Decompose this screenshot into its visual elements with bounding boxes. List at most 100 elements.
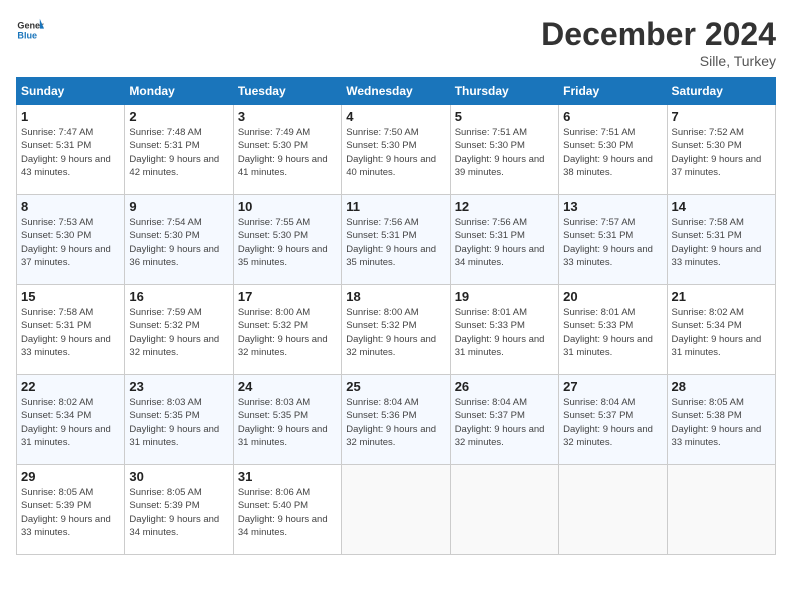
calendar-day-cell: 16 Sunrise: 7:59 AM Sunset: 5:32 PM Dayl… bbox=[125, 285, 233, 375]
calendar-day-cell: 31 Sunrise: 8:06 AM Sunset: 5:40 PM Dayl… bbox=[233, 465, 341, 555]
day-info: Sunrise: 7:54 AM Sunset: 5:30 PM Dayligh… bbox=[129, 216, 228, 269]
calendar-day-cell: 22 Sunrise: 8:02 AM Sunset: 5:34 PM Dayl… bbox=[17, 375, 125, 465]
calendar-day-cell: 9 Sunrise: 7:54 AM Sunset: 5:30 PM Dayli… bbox=[125, 195, 233, 285]
day-info: Sunrise: 8:04 AM Sunset: 5:37 PM Dayligh… bbox=[563, 396, 662, 449]
day-number: 2 bbox=[129, 109, 228, 124]
calendar-day-cell: 23 Sunrise: 8:03 AM Sunset: 5:35 PM Dayl… bbox=[125, 375, 233, 465]
day-info: Sunrise: 7:47 AM Sunset: 5:31 PM Dayligh… bbox=[21, 126, 120, 179]
day-info: Sunrise: 7:48 AM Sunset: 5:31 PM Dayligh… bbox=[129, 126, 228, 179]
day-info: Sunrise: 7:58 AM Sunset: 5:31 PM Dayligh… bbox=[21, 306, 120, 359]
day-number: 28 bbox=[672, 379, 771, 394]
calendar-day-cell: 24 Sunrise: 8:03 AM Sunset: 5:35 PM Dayl… bbox=[233, 375, 341, 465]
calendar-day-cell: 6 Sunrise: 7:51 AM Sunset: 5:30 PM Dayli… bbox=[559, 105, 667, 195]
calendar-header-cell: Sunday bbox=[17, 78, 125, 105]
day-info: Sunrise: 7:50 AM Sunset: 5:30 PM Dayligh… bbox=[346, 126, 445, 179]
calendar-header-cell: Wednesday bbox=[342, 78, 450, 105]
day-info: Sunrise: 7:49 AM Sunset: 5:30 PM Dayligh… bbox=[238, 126, 337, 179]
day-info: Sunrise: 8:00 AM Sunset: 5:32 PM Dayligh… bbox=[346, 306, 445, 359]
calendar-day-cell: 25 Sunrise: 8:04 AM Sunset: 5:36 PM Dayl… bbox=[342, 375, 450, 465]
calendar-day-cell: 7 Sunrise: 7:52 AM Sunset: 5:30 PM Dayli… bbox=[667, 105, 775, 195]
day-info: Sunrise: 8:01 AM Sunset: 5:33 PM Dayligh… bbox=[563, 306, 662, 359]
calendar-header-cell: Friday bbox=[559, 78, 667, 105]
day-info: Sunrise: 8:05 AM Sunset: 5:39 PM Dayligh… bbox=[129, 486, 228, 539]
calendar-week-row: 1 Sunrise: 7:47 AM Sunset: 5:31 PM Dayli… bbox=[17, 105, 776, 195]
day-number: 8 bbox=[21, 199, 120, 214]
day-number: 21 bbox=[672, 289, 771, 304]
day-number: 31 bbox=[238, 469, 337, 484]
title-area: December 2024 Sille, Turkey bbox=[541, 16, 776, 69]
calendar-day-cell: 2 Sunrise: 7:48 AM Sunset: 5:31 PM Dayli… bbox=[125, 105, 233, 195]
day-info: Sunrise: 7:57 AM Sunset: 5:31 PM Dayligh… bbox=[563, 216, 662, 269]
day-number: 24 bbox=[238, 379, 337, 394]
day-number: 16 bbox=[129, 289, 228, 304]
calendar-header-cell: Saturday bbox=[667, 78, 775, 105]
day-info: Sunrise: 7:51 AM Sunset: 5:30 PM Dayligh… bbox=[563, 126, 662, 179]
calendar-day-cell: 5 Sunrise: 7:51 AM Sunset: 5:30 PM Dayli… bbox=[450, 105, 558, 195]
day-number: 14 bbox=[672, 199, 771, 214]
day-number: 1 bbox=[21, 109, 120, 124]
day-number: 10 bbox=[238, 199, 337, 214]
calendar-day-cell: 14 Sunrise: 7:58 AM Sunset: 5:31 PM Dayl… bbox=[667, 195, 775, 285]
calendar-header-row: SundayMondayTuesdayWednesdayThursdayFrid… bbox=[17, 78, 776, 105]
calendar-day-cell: 18 Sunrise: 8:00 AM Sunset: 5:32 PM Dayl… bbox=[342, 285, 450, 375]
day-info: Sunrise: 8:01 AM Sunset: 5:33 PM Dayligh… bbox=[455, 306, 554, 359]
day-number: 12 bbox=[455, 199, 554, 214]
calendar-day-cell: 8 Sunrise: 7:53 AM Sunset: 5:30 PM Dayli… bbox=[17, 195, 125, 285]
day-number: 20 bbox=[563, 289, 662, 304]
calendar-day-cell: 15 Sunrise: 7:58 AM Sunset: 5:31 PM Dayl… bbox=[17, 285, 125, 375]
location: Sille, Turkey bbox=[541, 53, 776, 69]
day-number: 18 bbox=[346, 289, 445, 304]
calendar-day-cell: 3 Sunrise: 7:49 AM Sunset: 5:30 PM Dayli… bbox=[233, 105, 341, 195]
calendar-day-cell bbox=[450, 465, 558, 555]
day-info: Sunrise: 7:55 AM Sunset: 5:30 PM Dayligh… bbox=[238, 216, 337, 269]
day-number: 5 bbox=[455, 109, 554, 124]
day-number: 23 bbox=[129, 379, 228, 394]
day-info: Sunrise: 7:51 AM Sunset: 5:30 PM Dayligh… bbox=[455, 126, 554, 179]
calendar-day-cell: 4 Sunrise: 7:50 AM Sunset: 5:30 PM Dayli… bbox=[342, 105, 450, 195]
calendar-day-cell: 1 Sunrise: 7:47 AM Sunset: 5:31 PM Dayli… bbox=[17, 105, 125, 195]
day-number: 26 bbox=[455, 379, 554, 394]
day-info: Sunrise: 8:05 AM Sunset: 5:39 PM Dayligh… bbox=[21, 486, 120, 539]
day-info: Sunrise: 8:03 AM Sunset: 5:35 PM Dayligh… bbox=[238, 396, 337, 449]
day-info: Sunrise: 8:05 AM Sunset: 5:38 PM Dayligh… bbox=[672, 396, 771, 449]
day-number: 25 bbox=[346, 379, 445, 394]
day-info: Sunrise: 7:53 AM Sunset: 5:30 PM Dayligh… bbox=[21, 216, 120, 269]
day-info: Sunrise: 8:03 AM Sunset: 5:35 PM Dayligh… bbox=[129, 396, 228, 449]
day-info: Sunrise: 8:06 AM Sunset: 5:40 PM Dayligh… bbox=[238, 486, 337, 539]
calendar-header-cell: Thursday bbox=[450, 78, 558, 105]
calendar-day-cell: 13 Sunrise: 7:57 AM Sunset: 5:31 PM Dayl… bbox=[559, 195, 667, 285]
day-number: 6 bbox=[563, 109, 662, 124]
calendar-body: 1 Sunrise: 7:47 AM Sunset: 5:31 PM Dayli… bbox=[17, 105, 776, 555]
day-number: 29 bbox=[21, 469, 120, 484]
day-number: 7 bbox=[672, 109, 771, 124]
day-number: 27 bbox=[563, 379, 662, 394]
calendar-header-cell: Tuesday bbox=[233, 78, 341, 105]
calendar-header-cell: Monday bbox=[125, 78, 233, 105]
calendar-day-cell: 19 Sunrise: 8:01 AM Sunset: 5:33 PM Dayl… bbox=[450, 285, 558, 375]
calendar-day-cell bbox=[342, 465, 450, 555]
calendar-day-cell bbox=[667, 465, 775, 555]
day-number: 15 bbox=[21, 289, 120, 304]
calendar-day-cell: 26 Sunrise: 8:04 AM Sunset: 5:37 PM Dayl… bbox=[450, 375, 558, 465]
logo-icon: General Blue bbox=[16, 16, 44, 44]
calendar-week-row: 22 Sunrise: 8:02 AM Sunset: 5:34 PM Dayl… bbox=[17, 375, 776, 465]
day-info: Sunrise: 8:02 AM Sunset: 5:34 PM Dayligh… bbox=[672, 306, 771, 359]
page-header: General Blue December 2024 Sille, Turkey bbox=[16, 16, 776, 69]
month-title: December 2024 bbox=[541, 16, 776, 53]
day-number: 9 bbox=[129, 199, 228, 214]
calendar-week-row: 8 Sunrise: 7:53 AM Sunset: 5:30 PM Dayli… bbox=[17, 195, 776, 285]
day-number: 17 bbox=[238, 289, 337, 304]
day-number: 4 bbox=[346, 109, 445, 124]
calendar-table: SundayMondayTuesdayWednesdayThursdayFrid… bbox=[16, 77, 776, 555]
calendar-day-cell: 20 Sunrise: 8:01 AM Sunset: 5:33 PM Dayl… bbox=[559, 285, 667, 375]
day-info: Sunrise: 7:56 AM Sunset: 5:31 PM Dayligh… bbox=[455, 216, 554, 269]
day-info: Sunrise: 8:02 AM Sunset: 5:34 PM Dayligh… bbox=[21, 396, 120, 449]
day-number: 19 bbox=[455, 289, 554, 304]
calendar-day-cell: 27 Sunrise: 8:04 AM Sunset: 5:37 PM Dayl… bbox=[559, 375, 667, 465]
day-info: Sunrise: 7:56 AM Sunset: 5:31 PM Dayligh… bbox=[346, 216, 445, 269]
calendar-day-cell: 21 Sunrise: 8:02 AM Sunset: 5:34 PM Dayl… bbox=[667, 285, 775, 375]
calendar-week-row: 29 Sunrise: 8:05 AM Sunset: 5:39 PM Dayl… bbox=[17, 465, 776, 555]
day-number: 22 bbox=[21, 379, 120, 394]
day-info: Sunrise: 7:59 AM Sunset: 5:32 PM Dayligh… bbox=[129, 306, 228, 359]
day-info: Sunrise: 8:04 AM Sunset: 5:36 PM Dayligh… bbox=[346, 396, 445, 449]
